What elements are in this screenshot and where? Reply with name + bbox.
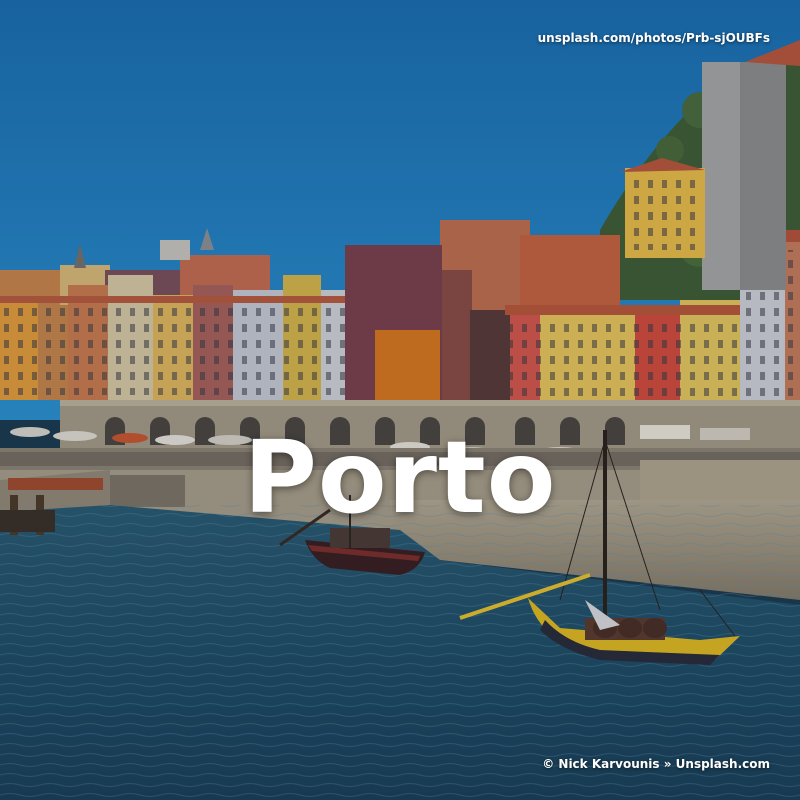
city-title: Porto <box>243 419 557 536</box>
source-url-label: unsplash.com/photos/Prb-sjOUBFs <box>537 31 770 45</box>
photo-credit: © Nick Karvounis » Unsplash.com <box>542 757 770 771</box>
porto-riverside-photo <box>0 0 800 800</box>
photo-card: unsplash.com/photos/Prb-sjOUBFs Porto © … <box>0 0 800 800</box>
